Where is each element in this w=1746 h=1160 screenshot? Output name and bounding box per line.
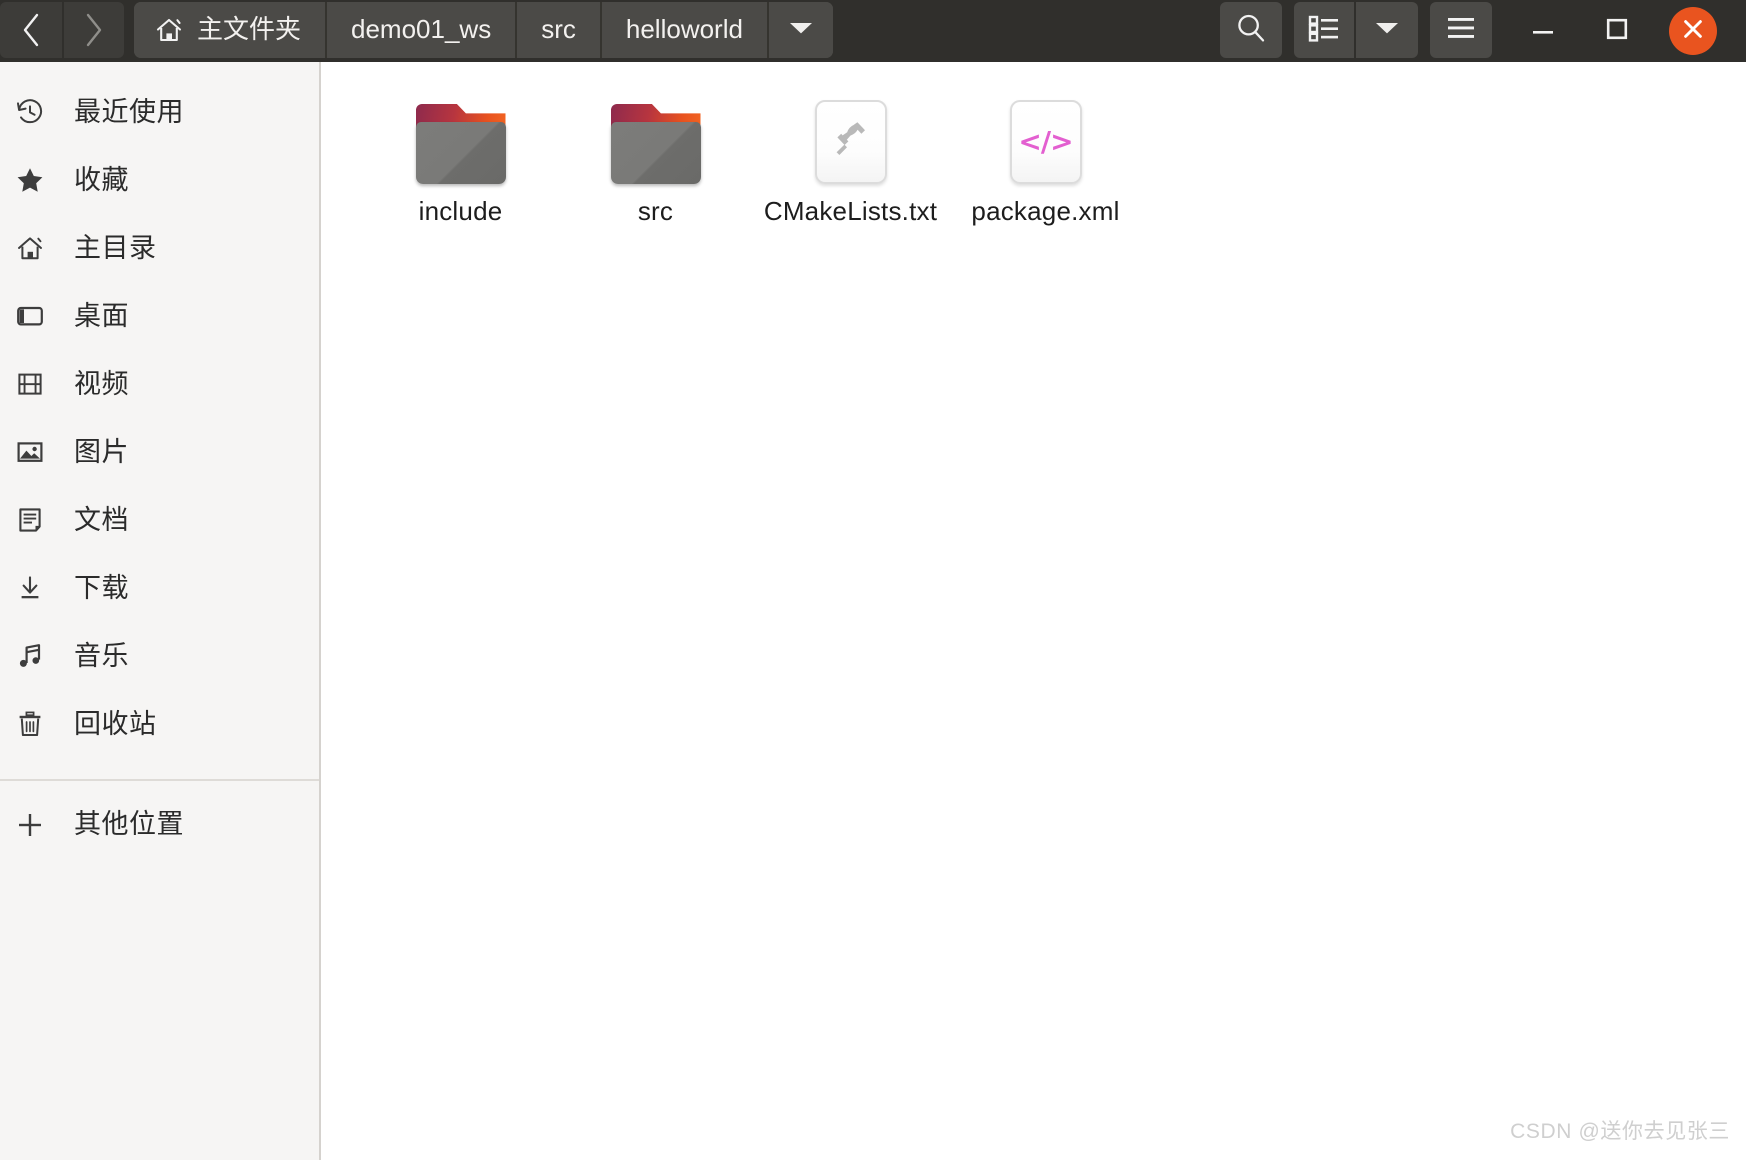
sidebar-item-videos[interactable]: 视频 [0, 350, 319, 418]
sidebar-item-label: 视频 [74, 368, 129, 399]
sidebar-item-label: 其他位置 [74, 809, 184, 839]
icon-slot [413, 88, 509, 184]
folder-front [415, 122, 506, 184]
file-view[interactable]: include src CMakeLists.txt </> package.x… [321, 62, 1746, 1160]
trash-icon [13, 709, 47, 739]
document-icon [13, 505, 47, 535]
header-spacer [833, 0, 1220, 62]
sidebar-item-music[interactable]: 音乐 [0, 622, 319, 690]
file-label: src [637, 196, 674, 226]
chevron-left-icon [20, 12, 42, 48]
minimize-icon [1530, 19, 1556, 44]
close-icon [1680, 16, 1706, 47]
close-button-circle [1669, 7, 1717, 55]
hammer-build-file-icon [814, 100, 887, 184]
sidebar-item-starred[interactable]: 收藏 [0, 146, 319, 214]
navigation-group [0, 2, 124, 58]
breadcrumb-label: 主文件夹 [197, 14, 302, 44]
icon-slot: </> [998, 88, 1094, 184]
file-item-package-xml[interactable]: </> package.xml [948, 76, 1143, 227]
sidebar-item-label: 桌面 [74, 300, 129, 331]
recent-clock-icon [13, 97, 47, 127]
search-icon [1234, 11, 1268, 50]
sidebar-item-label: 收藏 [74, 164, 129, 195]
file-grid: include src CMakeLists.txt </> package.x… [321, 62, 1746, 227]
folder-front [610, 122, 701, 184]
menu-button[interactable] [1430, 2, 1492, 58]
file-label: CMakeLists.txt [763, 196, 938, 226]
sidebar-item-pictures[interactable]: 图片 [0, 418, 319, 486]
forward-button[interactable] [62, 2, 124, 58]
sidebar-item-documents[interactable]: 文档 [0, 486, 319, 554]
window-controls [1496, 0, 1746, 62]
breadcrumb-label: helloworld [625, 14, 743, 44]
sidebar-filler [0, 849, 319, 1160]
back-button[interactable] [0, 2, 62, 58]
code-tag-icon: </> [1018, 125, 1073, 158]
folder-icon [415, 104, 506, 184]
breadcrumb-item-src[interactable]: src [517, 2, 602, 58]
home-icon [154, 15, 184, 45]
sidebar-item-other-locations[interactable]: 其他位置 [0, 781, 319, 849]
file-label: package.xml [971, 196, 1120, 226]
sidebar-item-recent[interactable]: 最近使用 [0, 78, 319, 146]
sidebar-item-label: 音乐 [74, 640, 129, 671]
breadcrumb-label: src [541, 14, 576, 44]
icon-slot [803, 88, 899, 184]
sidebar-item-desktop[interactable]: 桌面 [0, 282, 319, 350]
home-icon [13, 233, 47, 263]
window-body: 最近使用 收藏 主目录 桌面 视频 图片 文档 下载 音乐 回收站 其他位置 i… [0, 62, 1746, 1160]
file-item-include[interactable]: include [363, 76, 558, 227]
view-options-button[interactable] [1356, 2, 1418, 58]
minimize-button[interactable] [1506, 0, 1580, 62]
header-bar: 主文件夹 demo01_ws src helloworld [0, 0, 1746, 62]
maximize-button[interactable] [1580, 0, 1654, 62]
file-manager-window: 主文件夹 demo01_ws src helloworld 最近使用 收藏 主目… [0, 0, 1746, 1160]
chevron-right-icon [83, 12, 105, 48]
view-mode-group [1294, 2, 1418, 58]
breadcrumb-item-helloworld[interactable]: helloworld [601, 2, 769, 58]
sidebar-item-home[interactable]: 主目录 [0, 214, 319, 282]
close-button[interactable] [1654, 0, 1732, 62]
file-label: include [418, 196, 503, 226]
hammer-icon [828, 117, 874, 168]
view-list-button[interactable] [1294, 2, 1356, 58]
maximize-icon [1604, 16, 1630, 47]
music-note-icon [13, 641, 47, 671]
sidebar-item-label: 回收站 [74, 708, 157, 739]
toolbar [1220, 0, 1496, 62]
download-arrow-icon [13, 573, 47, 603]
sidebar-item-trash[interactable]: 回收站 [0, 690, 319, 758]
desktop-icon [13, 301, 47, 331]
sidebar-item-label: 下载 [74, 572, 129, 603]
xml-code-file-icon: </> [1009, 100, 1082, 184]
search-button[interactable] [1220, 2, 1282, 58]
file-item-cmakelists[interactable]: CMakeLists.txt [753, 76, 948, 227]
sidebar-item-label: 主目录 [74, 232, 157, 263]
breadcrumb: 主文件夹 demo01_ws src helloworld [134, 2, 833, 58]
sidebar-item-downloads[interactable]: 下载 [0, 554, 319, 622]
sidebar: 最近使用 收藏 主目录 桌面 视频 图片 文档 下载 音乐 回收站 其他位置 [0, 62, 321, 1160]
breadcrumb-label: demo01_ws [351, 14, 492, 44]
folder-icon [610, 104, 701, 184]
list-view-icon [1308, 14, 1340, 47]
sidebar-item-label: 图片 [74, 436, 129, 467]
breadcrumb-item-demo01-ws[interactable]: demo01_ws [327, 2, 518, 58]
sidebar-item-label: 文档 [74, 504, 129, 535]
chevron-down-icon [788, 20, 814, 41]
video-film-icon [13, 369, 47, 399]
star-icon [13, 165, 47, 195]
image-picture-icon [13, 437, 47, 467]
plus-icon [13, 810, 47, 840]
file-item-src[interactable]: src [558, 76, 753, 227]
sidebar-item-label: 最近使用 [74, 96, 184, 127]
watermark: CSDN @送你去见张三 [1510, 1120, 1730, 1143]
icon-slot [608, 88, 704, 184]
chevron-down-icon [1374, 20, 1400, 41]
breadcrumb-item-home[interactable]: 主文件夹 [134, 2, 328, 58]
hamburger-menu-icon [1445, 15, 1477, 46]
breadcrumb-dropdown-button[interactable] [768, 2, 833, 58]
